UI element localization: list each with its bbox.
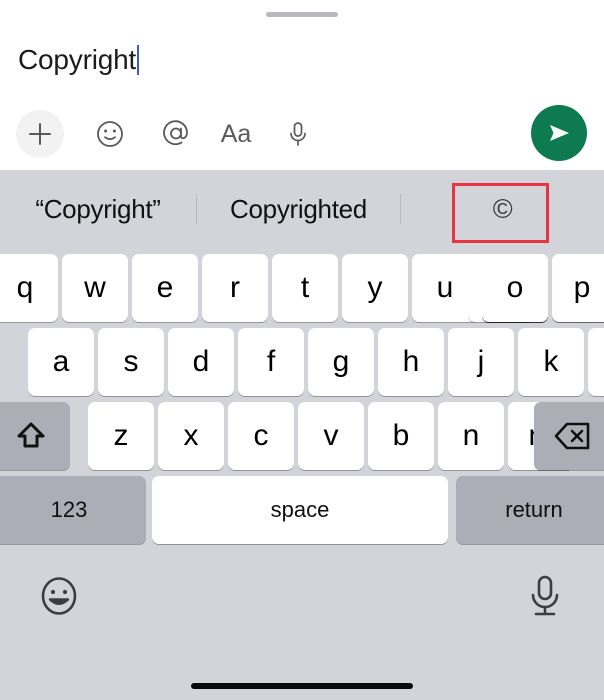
predictive-suggestion-bar: “Copyright” Copyrighted © bbox=[0, 170, 604, 248]
key-o[interactable]: o bbox=[482, 254, 548, 322]
key-n[interactable]: n bbox=[438, 402, 504, 470]
suggestion-copyrighted[interactable]: Copyrighted bbox=[197, 170, 400, 248]
format-text-icon[interactable]: Aa bbox=[212, 110, 260, 158]
shift-key[interactable] bbox=[0, 402, 70, 470]
key-f[interactable]: f bbox=[238, 328, 304, 396]
key-h[interactable]: h bbox=[378, 328, 444, 396]
text-cursor bbox=[137, 45, 140, 75]
send-button[interactable] bbox=[531, 105, 587, 161]
keyboard-row-4: 123 space return bbox=[0, 476, 604, 544]
suggestion-quoted[interactable]: “Copyright” bbox=[0, 170, 196, 248]
key-w[interactable]: w bbox=[62, 254, 128, 322]
return-key[interactable]: return bbox=[456, 476, 604, 544]
microphone-icon[interactable] bbox=[274, 110, 322, 158]
key-k[interactable]: k bbox=[518, 328, 584, 396]
key-j[interactable]: j bbox=[448, 328, 514, 396]
space-key[interactable]: space bbox=[152, 476, 448, 544]
mention-icon[interactable] bbox=[152, 110, 200, 158]
software-keyboard: “Copyright” Copyrighted © q w e r t y u … bbox=[0, 170, 604, 700]
numbers-key[interactable]: 123 bbox=[0, 476, 146, 544]
emoji-icon[interactable] bbox=[86, 110, 134, 158]
key-x[interactable]: x bbox=[158, 402, 224, 470]
home-indicator[interactable] bbox=[191, 683, 413, 689]
key-t[interactable]: t bbox=[272, 254, 338, 322]
format-text-label: Aa bbox=[220, 119, 252, 148]
keyboard-row-3: z x c v b n m bbox=[0, 402, 604, 470]
compose-toolbar: Aa bbox=[0, 100, 604, 168]
sheet-drag-handle[interactable] bbox=[266, 12, 338, 17]
message-input[interactable]: Copyright bbox=[18, 38, 140, 82]
key-r[interactable]: r bbox=[202, 254, 268, 322]
suggestion-copyright-symbol[interactable]: © bbox=[401, 170, 604, 248]
key-s[interactable]: s bbox=[98, 328, 164, 396]
message-input-value: Copyright bbox=[18, 44, 137, 75]
compose-sheet: Copyright Aa bbox=[0, 0, 604, 170]
key-b[interactable]: b bbox=[368, 402, 434, 470]
key-l[interactable]: l bbox=[588, 328, 604, 396]
key-d[interactable]: d bbox=[168, 328, 234, 396]
key-y[interactable]: y bbox=[342, 254, 408, 322]
keyboard-bottom-bar bbox=[0, 552, 604, 700]
key-v[interactable]: v bbox=[298, 402, 364, 470]
key-z[interactable]: z bbox=[88, 402, 154, 470]
key-c[interactable]: c bbox=[228, 402, 294, 470]
dictation-microphone-icon[interactable] bbox=[519, 570, 571, 622]
messaging-compose-screen: Copyright Aa “Copyright” Copyrighted © q… bbox=[0, 0, 604, 700]
key-p[interactable]: p bbox=[552, 254, 604, 322]
keyboard-row-1: q w e r t y u i bbox=[0, 254, 604, 322]
key-g[interactable]: g bbox=[308, 328, 374, 396]
keyboard-row-2: a s d f g h j k l bbox=[0, 328, 604, 396]
emoji-keyboard-icon[interactable] bbox=[33, 570, 85, 622]
key-q[interactable]: q bbox=[0, 254, 58, 322]
backspace-key[interactable] bbox=[534, 402, 604, 470]
plus-icon[interactable] bbox=[16, 110, 64, 158]
key-e[interactable]: e bbox=[132, 254, 198, 322]
key-a[interactable]: a bbox=[28, 328, 94, 396]
